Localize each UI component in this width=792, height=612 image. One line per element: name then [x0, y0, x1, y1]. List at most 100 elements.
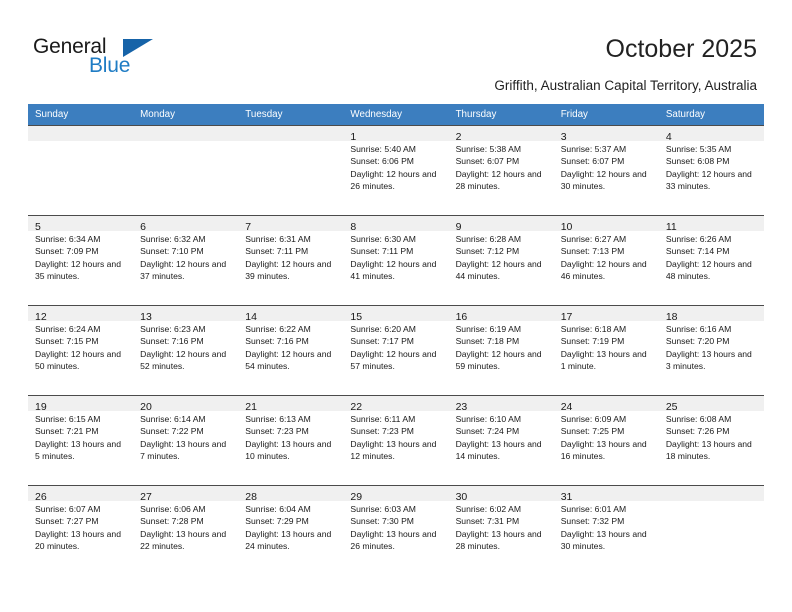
- daylight-text: Daylight: 12 hours and 33 minutes.: [665, 168, 752, 191]
- sunset-text: Sunset: 6:07 PM: [560, 156, 625, 167]
- day-number-bar: 5: [28, 216, 134, 233]
- calendar-day-cell[interactable]: 17 Sunrise: 6:18 AM Sunset: 7:19 PM Dayligh…: [553, 305, 659, 395]
- sunset-text: Sunset: 7:25 PM: [560, 426, 625, 437]
- day-cell: 31 Sunrise: 6:01 AM Sunset: 7:32 PM Dayligh…: [553, 485, 659, 575]
- calendar-week-row: 1 Sunrise: 5:40 AM Sunset: 6:06 PM Daylight…: [28, 125, 764, 215]
- day-number: 23: [455, 401, 468, 413]
- sunrise-text: Sunrise: 6:32 AM: [140, 234, 206, 244]
- calendar-day-cell[interactable]: 4 Sunrise: 5:35 AM Sunset: 6:08 PM Daylight…: [658, 125, 764, 215]
- daylight-text: Daylight: 12 hours and 50 minutes.: [35, 348, 121, 371]
- sunrise-text: Sunrise: 6:26 AM: [665, 234, 732, 244]
- daylight-text: Daylight: 12 hours and 30 minutes.: [560, 168, 647, 191]
- day-number-bar: 16: [448, 306, 554, 323]
- daylight-text: Daylight: 12 hours and 46 minutes.: [560, 258, 647, 281]
- calendar-day-cell[interactable]: 28 Sunrise: 6:04 AM Sunset: 7:29 PM Dayligh…: [238, 485, 344, 575]
- calendar-day-cell[interactable]: 30 Sunrise: 6:02 AM Sunset: 7:31 PM Dayligh…: [448, 485, 554, 575]
- calendar-day-cell[interactable]: 18 Sunrise: 6:16 AM Sunset: 7:20 PM Dayligh…: [658, 305, 764, 395]
- day-number-bar: 9: [448, 216, 554, 233]
- calendar-day-cell[interactable]: 9 Sunrise: 6:28 AM Sunset: 7:12 PM Daylight…: [448, 215, 554, 305]
- calendar-day-cell: [133, 125, 239, 215]
- calendar-day-cell[interactable]: 5 Sunrise: 6:34 AM Sunset: 7:09 PM Daylight…: [28, 215, 134, 305]
- calendar-page: General Blue October 2025 Griffith, Aust…: [0, 0, 792, 612]
- day-details: Sunrise: 6:28 AM Sunset: 7:12 PM Daylight:…: [449, 231, 554, 282]
- sunset-text: Sunset: 7:28 PM: [140, 516, 204, 527]
- calendar-day-cell[interactable]: 11 Sunrise: 6:26 AM Sunset: 7:14 PM Dayligh…: [658, 215, 764, 305]
- calendar-day-cell[interactable]: 26 Sunrise: 6:07 AM Sunset: 7:27 PM Dayligh…: [28, 485, 134, 575]
- calendar-day-cell[interactable]: 6 Sunrise: 6:32 AM Sunset: 7:10 PM Daylight…: [133, 215, 239, 305]
- daylight-text: Daylight: 13 hours and 30 minutes.: [560, 528, 647, 551]
- day-cell: 6 Sunrise: 6:32 AM Sunset: 7:10 PM Daylight…: [133, 215, 239, 305]
- day-number-bar: 21: [238, 396, 344, 413]
- day-number: 15: [350, 311, 363, 323]
- day-number: 16: [455, 311, 468, 323]
- daylight-text: Daylight: 13 hours and 18 minutes.: [665, 438, 752, 461]
- day-number-bar: 7: [238, 216, 344, 233]
- sunrise-text: Sunrise: 6:27 AM: [560, 234, 627, 244]
- day-number: 26: [35, 491, 47, 503]
- daylight-text: Daylight: 12 hours and 48 minutes.: [665, 258, 752, 281]
- sunrise-text: Sunrise: 6:01 AM: [560, 504, 627, 514]
- day-cell: 11 Sunrise: 6:26 AM Sunset: 7:14 PM Dayligh…: [658, 215, 764, 305]
- day-details: Sunrise: 6:11 AM Sunset: 7:23 PM Daylight:…: [343, 411, 448, 462]
- sunrise-text: Sunrise: 6:07 AM: [35, 504, 101, 514]
- calendar-day-cell[interactable]: 12 Sunrise: 6:24 AM Sunset: 7:15 PM Dayligh…: [28, 305, 134, 395]
- sunrise-text: Sunrise: 6:03 AM: [350, 504, 416, 514]
- sunrise-text: Sunrise: 6:09 AM: [560, 414, 627, 424]
- day-cell: 21 Sunrise: 6:13 AM Sunset: 7:23 PM Dayligh…: [238, 395, 344, 485]
- daylight-text: Daylight: 13 hours and 28 minutes.: [455, 528, 542, 551]
- calendar-day-cell[interactable]: 27 Sunrise: 6:06 AM Sunset: 7:28 PM Dayligh…: [133, 485, 239, 575]
- sunrise-text: Sunrise: 6:16 AM: [665, 324, 732, 334]
- day-number-bar: 25: [658, 396, 764, 413]
- day-details: Sunrise: 6:08 AM Sunset: 7:26 PM Daylight:…: [659, 411, 764, 462]
- calendar-day-cell[interactable]: 8 Sunrise: 6:30 AM Sunset: 7:11 PM Daylight…: [343, 215, 449, 305]
- day-number: 12: [35, 311, 47, 323]
- calendar-day-cell[interactable]: 14 Sunrise: 6:22 AM Sunset: 7:16 PM Dayligh…: [238, 305, 344, 395]
- day-number: 25: [665, 401, 678, 413]
- day-number: 19: [35, 401, 47, 413]
- day-number: 13: [140, 311, 152, 323]
- sunset-text: Sunset: 7:30 PM: [350, 516, 414, 527]
- daylight-text: Daylight: 13 hours and 3 minutes.: [665, 348, 752, 371]
- day-number: 6: [140, 221, 146, 233]
- calendar-day-cell[interactable]: 24 Sunrise: 6:09 AM Sunset: 7:25 PM Dayligh…: [553, 395, 659, 485]
- calendar-day-cell[interactable]: 16 Sunrise: 6:19 AM Sunset: 7:18 PM Dayligh…: [448, 305, 554, 395]
- calendar-day-cell[interactable]: 3 Sunrise: 5:37 AM Sunset: 6:07 PM Daylight…: [553, 125, 659, 215]
- day-details: Sunrise: 6:03 AM Sunset: 7:30 PM Daylight:…: [343, 501, 448, 552]
- sunrise-text: Sunrise: 6:31 AM: [245, 234, 311, 244]
- page-subtitle: Griffith, Australian Capital Territory, …: [494, 78, 757, 93]
- calendar-day-cell[interactable]: 7 Sunrise: 6:31 AM Sunset: 7:11 PM Daylight…: [238, 215, 344, 305]
- calendar-day-cell[interactable]: 22 Sunrise: 6:11 AM Sunset: 7:23 PM Dayligh…: [343, 395, 449, 485]
- calendar-day-cell[interactable]: 10 Sunrise: 6:27 AM Sunset: 7:13 PM Dayligh…: [553, 215, 659, 305]
- calendar-day-cell[interactable]: 21 Sunrise: 6:13 AM Sunset: 7:23 PM Dayligh…: [238, 395, 344, 485]
- daylight-text: Daylight: 13 hours and 24 minutes.: [245, 528, 332, 551]
- calendar-day-cell[interactable]: 23 Sunrise: 6:10 AM Sunset: 7:24 PM Dayligh…: [448, 395, 554, 485]
- calendar-day-cell[interactable]: 29 Sunrise: 6:03 AM Sunset: 7:30 PM Dayligh…: [343, 485, 449, 575]
- daylight-text: Daylight: 13 hours and 5 minutes.: [35, 438, 121, 461]
- calendar-day-cell[interactable]: 20 Sunrise: 6:14 AM Sunset: 7:22 PM Dayligh…: [133, 395, 239, 485]
- sunset-text: Sunset: 7:18 PM: [455, 336, 520, 347]
- calendar-day-cell[interactable]: 19 Sunrise: 6:15 AM Sunset: 7:21 PM Dayligh…: [28, 395, 134, 485]
- calendar-day-cell[interactable]: 13 Sunrise: 6:23 AM Sunset: 7:16 PM Dayligh…: [133, 305, 239, 395]
- weekday-header-monday: Monday: [133, 104, 239, 125]
- day-number-bar: 26: [28, 486, 134, 503]
- day-number-bar: 17: [553, 306, 659, 323]
- day-details: Sunrise: 6:24 AM Sunset: 7:15 PM Daylight:…: [28, 321, 133, 372]
- day-cell: 12 Sunrise: 6:24 AM Sunset: 7:15 PM Dayligh…: [28, 305, 134, 395]
- calendar-day-cell[interactable]: 2 Sunrise: 5:38 AM Sunset: 6:07 PM Daylight…: [448, 125, 554, 215]
- day-details: Sunrise: 6:26 AM Sunset: 7:14 PM Daylight:…: [659, 231, 764, 282]
- calendar-day-cell[interactable]: 15 Sunrise: 6:20 AM Sunset: 7:17 PM Dayligh…: [343, 305, 449, 395]
- sunset-text: Sunset: 7:27 PM: [35, 516, 99, 527]
- calendar-day-cell[interactable]: 25 Sunrise: 6:08 AM Sunset: 7:26 PM Dayligh…: [658, 395, 764, 485]
- calendar-day-cell[interactable]: 31 Sunrise: 6:01 AM Sunset: 7:32 PM Dayligh…: [553, 485, 659, 575]
- calendar-week-row: 5 Sunrise: 6:34 AM Sunset: 7:09 PM Daylight…: [28, 215, 764, 305]
- sunset-text: Sunset: 7:29 PM: [245, 516, 309, 527]
- sunrise-text: Sunrise: 6:14 AM: [140, 414, 206, 424]
- day-cell: 1 Sunrise: 5:40 AM Sunset: 6:06 PM Daylight…: [343, 125, 449, 215]
- daylight-text: Daylight: 12 hours and 37 minutes.: [140, 258, 227, 281]
- day-number: 11: [665, 221, 677, 233]
- daylight-text: Daylight: 12 hours and 35 minutes.: [35, 258, 121, 281]
- calendar-day-cell[interactable]: 1 Sunrise: 5:40 AM Sunset: 6:06 PM Daylight…: [343, 125, 449, 215]
- sunrise-text: Sunrise: 6:10 AM: [455, 414, 522, 424]
- sunrise-text: Sunrise: 5:35 AM: [665, 144, 732, 154]
- sunrise-text: Sunrise: 6:20 AM: [350, 324, 416, 334]
